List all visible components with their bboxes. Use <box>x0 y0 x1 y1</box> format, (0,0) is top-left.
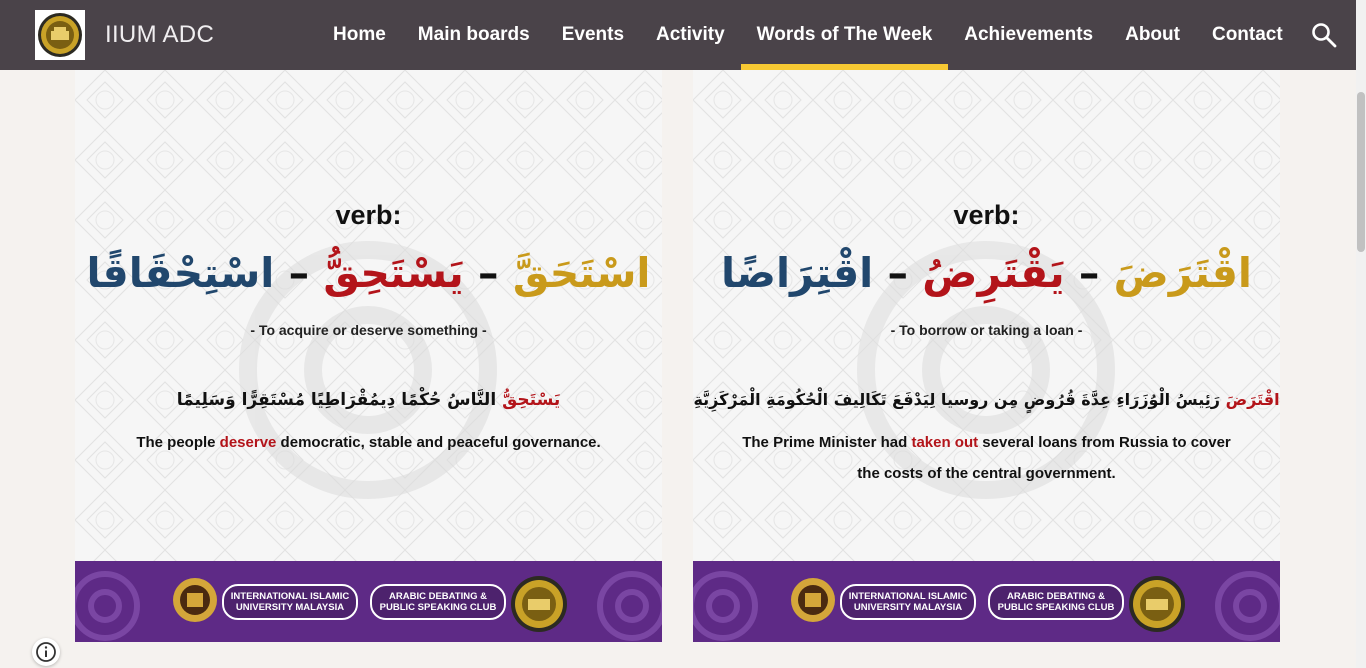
nav-label: Events <box>561 24 625 45</box>
card-content: verb: اسْتَحَقَّ – يَسْتَحِقُّ – اسْتِحْ… <box>75 70 662 561</box>
club-logo-icon <box>511 576 567 632</box>
footer-text: PUBLIC SPEAKING CLUB <box>997 602 1115 613</box>
example-english-highlight: taken out <box>911 434 979 451</box>
nav-words-of-the-week[interactable]: Words of The Week <box>740 0 949 70</box>
verb-forms: اسْتَحَقَّ – يَسْتَحِقُّ – اسْتِحْقَاقًا <box>75 248 662 298</box>
club-name: ARABIC DEBATING & PUBLIC SPEAKING CLUB <box>988 584 1124 620</box>
footer-text: UNIVERSITY MALAYSIA <box>853 602 963 613</box>
example-english-text: The people <box>136 434 220 451</box>
site-title[interactable]: IIUM ADC <box>105 21 214 49</box>
card-content: verb: اقْتَرَضَ – يَقْتَرِضُ – اقْتِرَاض… <box>693 70 1280 561</box>
example-english-text: democratic, stable and peaceful governan… <box>276 434 601 451</box>
past-form: اقْتَرَضَ <box>1113 249 1252 297</box>
nav-about[interactable]: About <box>1109 0 1196 70</box>
footer-banner: INTERNATIONAL ISLAMIC UNIVERSITY MALAYSI… <box>693 561 1280 642</box>
university-seal-icon <box>173 578 217 622</box>
nav-main-boards[interactable]: Main boards <box>402 0 546 70</box>
scrollbar-thumb[interactable] <box>1357 92 1365 252</box>
present-form: يَسْتَحِقُّ <box>323 249 464 297</box>
example-arabic-highlight: اقْتَرَضَ <box>1225 390 1280 409</box>
nav-events[interactable]: Events <box>546 0 640 70</box>
example-english: The people deserve democratic, stable an… <box>115 427 622 458</box>
page-scrollbar[interactable] <box>1356 0 1366 668</box>
info-button[interactable] <box>32 638 60 666</box>
past-form: اسْتَحَقَّ <box>512 249 651 297</box>
dash: – <box>463 249 499 297</box>
search-icon[interactable] <box>1311 22 1337 48</box>
example-arabic-highlight: يَسْتَحِقُّ <box>502 390 561 410</box>
example-arabic-rest: رَئِيسُ الْوُزَرَاءِ عِدَّةَ قُرُوضٍ مِن… <box>693 390 1221 409</box>
nav-label: Main boards <box>417 24 530 45</box>
verb-label: verb: <box>953 200 1020 230</box>
nav-label: Achievements <box>964 24 1094 45</box>
nav-home[interactable]: Home <box>317 0 402 70</box>
footer-text: UNIVERSITY MALAYSIA <box>235 602 345 613</box>
word-card-iqtarada: verb: اقْتَرَضَ – يَقْتَرِضُ – اقْتِرَاض… <box>693 70 1280 642</box>
club-logo-icon <box>1129 576 1185 632</box>
example-english: The Prime Minister had taken out several… <box>733 427 1240 489</box>
example-arabic: يَسْتَحِقُّ النَّاسُ حُكْمًا دِيمُقْرَاط… <box>75 390 662 410</box>
meaning: - To borrow or taking a loan - <box>890 322 1083 338</box>
footer-text: PUBLIC SPEAKING CLUB <box>379 602 497 613</box>
top-navigation-bar: IIUM ADC Home Main boards Events Activit… <box>0 0 1356 70</box>
footer-banner: INTERNATIONAL ISLAMIC UNIVERSITY MALAYSI… <box>75 561 662 642</box>
example-english-text: The Prime Minister had <box>742 434 912 451</box>
dash: – <box>873 249 909 297</box>
nav-contact[interactable]: Contact <box>1196 0 1299 70</box>
nav-label: Activity <box>656 24 725 45</box>
main-nav: Home Main boards Events Activity Words o… <box>317 0 1299 70</box>
footer-logos: INTERNATIONAL ISLAMIC UNIVERSITY MALAYSI… <box>788 575 1188 632</box>
nav-label: Contact <box>1211 24 1283 45</box>
info-icon <box>36 642 56 662</box>
club-name: ARABIC DEBATING & PUBLIC SPEAKING CLUB <box>370 584 506 620</box>
masdar-form: اسْتِحْقَاقًا <box>86 249 275 297</box>
dash: – <box>1064 249 1100 297</box>
present-form: يَقْتَرِضُ <box>922 249 1065 297</box>
masdar-form: اقْتِرَاضًا <box>721 249 874 297</box>
example-arabic: اقْتَرَضَ رَئِيسُ الْوُزَرَاءِ عِدَّةَ ق… <box>693 390 1280 409</box>
verb-forms: اقْتَرَضَ – يَقْتَرِضُ – اقْتِرَاضًا <box>693 248 1280 298</box>
dash: – <box>274 249 310 297</box>
footer-text: ARABIC DEBATING & <box>1007 591 1105 602</box>
footer-text: INTERNATIONAL ISLAMIC <box>848 591 968 602</box>
nav-label: About <box>1125 24 1180 45</box>
nav-label: Words of The Week <box>756 24 933 45</box>
footer-logos: INTERNATIONAL ISLAMIC UNIVERSITY MALAYSI… <box>170 575 570 632</box>
university-seal-icon <box>791 578 835 622</box>
site-logo[interactable] <box>35 10 85 60</box>
university-name: INTERNATIONAL ISLAMIC UNIVERSITY MALAYSI… <box>840 584 976 620</box>
example-arabic-rest: النَّاسُ حُكْمًا دِيمُقْرَاطِيًا مُسْتَق… <box>176 390 497 410</box>
nav-achievements[interactable]: Achievements <box>948 0 1109 70</box>
club-logo-icon <box>38 13 82 57</box>
footer-text: ARABIC DEBATING & <box>389 591 487 602</box>
university-name: INTERNATIONAL ISLAMIC UNIVERSITY MALAYSI… <box>222 584 358 620</box>
example-english-highlight: deserve <box>219 434 277 451</box>
nav-label: Home <box>333 24 386 45</box>
meaning: - To acquire or deserve something - <box>250 322 487 338</box>
nav-activity[interactable]: Activity <box>640 0 741 70</box>
verb-label: verb: <box>335 200 402 230</box>
word-card-istahaqqa: verb: اسْتَحَقَّ – يَسْتَحِقُّ – اسْتِحْ… <box>75 70 662 642</box>
footer-text: INTERNATIONAL ISLAMIC <box>230 591 350 602</box>
